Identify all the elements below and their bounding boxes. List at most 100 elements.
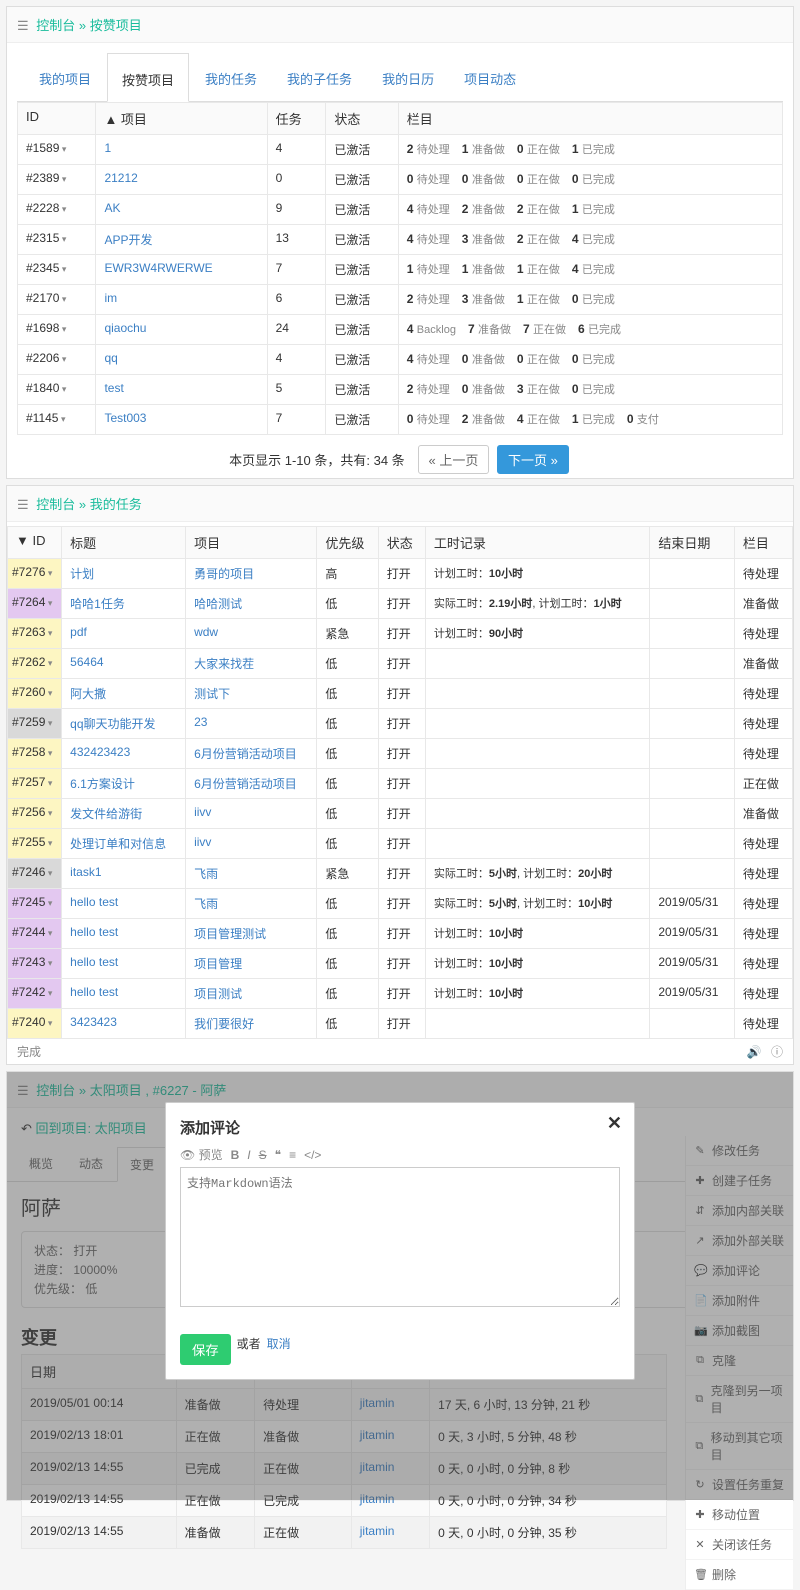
row-project[interactable]: qiaochu: [96, 315, 267, 345]
row-project[interactable]: 大家来找茬: [186, 649, 317, 679]
toolbar-btn[interactable]: </>: [304, 1148, 321, 1162]
row-id[interactable]: #7242: [8, 979, 62, 1009]
col-project[interactable]: ▲ 项目: [96, 103, 267, 135]
row-project[interactable]: 哈哈测试: [186, 589, 317, 619]
row-id[interactable]: #2315: [18, 225, 96, 255]
row-project[interactable]: 项目测试: [186, 979, 317, 1009]
row-id[interactable]: #7259: [8, 709, 62, 739]
row-id[interactable]: #1145: [18, 405, 96, 435]
col-status[interactable]: 状态: [378, 527, 425, 559]
row-project[interactable]: 飞雨: [186, 889, 317, 919]
row-id[interactable]: #7258: [8, 739, 62, 769]
row-title[interactable]: itask1: [62, 859, 186, 889]
toolbar-btn[interactable]: ≡: [289, 1148, 296, 1162]
toolbar-btn[interactable]: B: [231, 1148, 240, 1162]
row-title[interactable]: hello test: [62, 889, 186, 919]
col-tasks[interactable]: 任务: [267, 103, 326, 135]
row-title[interactable]: 阿大撒: [62, 679, 186, 709]
toolbar-btn[interactable]: 👁 预览: [180, 1146, 223, 1163]
row-project[interactable]: 勇哥的项目: [186, 559, 317, 589]
row-id[interactable]: #2206: [18, 345, 96, 375]
row-project[interactable]: im: [96, 285, 267, 315]
row-title[interactable]: 3423423: [62, 1009, 186, 1039]
row-id[interactable]: #7246: [8, 859, 62, 889]
row-id[interactable]: #1589: [18, 135, 96, 165]
row-id[interactable]: #7255: [8, 829, 62, 859]
action-删除[interactable]: 🗑删除: [686, 1560, 793, 1590]
row-project[interactable]: Test003: [96, 405, 267, 435]
row-project[interactable]: 飞雨: [186, 859, 317, 889]
breadcrumb-dashboard[interactable]: 控制台: [36, 497, 75, 512]
row-id[interactable]: #7263: [8, 619, 62, 649]
row-project[interactable]: test: [96, 375, 267, 405]
row-project[interactable]: 项目管理测试: [186, 919, 317, 949]
col-time[interactable]: 工时记录: [425, 527, 649, 559]
row-id[interactable]: #7256: [8, 799, 62, 829]
row-id[interactable]: #1698: [18, 315, 96, 345]
col-title[interactable]: 标题: [62, 527, 186, 559]
row-project[interactable]: 1: [96, 135, 267, 165]
row-id[interactable]: #7276: [8, 559, 62, 589]
row-title[interactable]: hello test: [62, 979, 186, 1009]
row-title[interactable]: 哈哈1任务: [62, 589, 186, 619]
row-project[interactable]: 我们要很好: [186, 1009, 317, 1039]
next-page-button[interactable]: 下一页 »: [497, 445, 569, 474]
row-project[interactable]: EWR3W4RWERWE: [96, 255, 267, 285]
col-status[interactable]: 状态: [326, 103, 398, 135]
row-title[interactable]: qq聊天功能开发: [62, 709, 186, 739]
tab-项目动态[interactable]: 项目动态: [450, 53, 530, 101]
row-title[interactable]: 发文件给游街: [62, 799, 186, 829]
row-id[interactable]: #7260: [8, 679, 62, 709]
row-project[interactable]: 6月份营销活动项目: [186, 769, 317, 799]
row-title[interactable]: hello test: [62, 949, 186, 979]
col-columns[interactable]: 栏目: [398, 103, 782, 135]
row-project[interactable]: iivv: [186, 829, 317, 859]
row-title[interactable]: pdf: [62, 619, 186, 649]
tab-我的子任务[interactable]: 我的子任务: [273, 53, 366, 101]
toolbar-btn[interactable]: S: [259, 1148, 267, 1162]
row-id[interactable]: #2170: [18, 285, 96, 315]
row-id[interactable]: #7257: [8, 769, 62, 799]
row-title[interactable]: 56464: [62, 649, 186, 679]
row-id[interactable]: #2389: [18, 165, 96, 195]
tab-我的日历[interactable]: 我的日历: [368, 53, 448, 101]
row-title[interactable]: 6.1方案设计: [62, 769, 186, 799]
row-project[interactable]: APP开发: [96, 225, 267, 255]
row-title[interactable]: 处理订单和对信息: [62, 829, 186, 859]
row-project[interactable]: 23: [186, 709, 317, 739]
row-id[interactable]: #7262: [8, 649, 62, 679]
row-title[interactable]: hello test: [62, 919, 186, 949]
row-project[interactable]: 21212: [96, 165, 267, 195]
col-id[interactable]: ▼ ID: [8, 527, 62, 559]
tab-我的项目[interactable]: 我的项目: [25, 53, 105, 101]
row-id[interactable]: #7240: [8, 1009, 62, 1039]
toolbar-btn[interactable]: ❝: [275, 1148, 281, 1162]
tab-我的任务[interactable]: 我的任务: [191, 53, 271, 101]
row-project[interactable]: 测试下: [186, 679, 317, 709]
toolbar-btn[interactable]: I: [247, 1148, 250, 1162]
row-id[interactable]: #2345: [18, 255, 96, 285]
cancel-link[interactable]: 取消: [267, 1335, 291, 1352]
row-title[interactable]: 计划: [62, 559, 186, 589]
row-project[interactable]: 6月份营销活动项目: [186, 739, 317, 769]
col-id[interactable]: ID: [18, 103, 96, 135]
col-column[interactable]: 栏目: [734, 527, 792, 559]
prev-page-button[interactable]: « 上一页: [418, 445, 490, 474]
row-project[interactable]: qq: [96, 345, 267, 375]
col-priority[interactable]: 优先级: [317, 527, 378, 559]
save-button[interactable]: 保存: [180, 1334, 231, 1365]
action-关闭该任务[interactable]: ✕关闭该任务: [686, 1530, 793, 1560]
col-due[interactable]: 结束日期: [650, 527, 735, 559]
close-icon[interactable]: ✕: [607, 1113, 622, 1134]
row-project[interactable]: AK: [96, 195, 267, 225]
row-title[interactable]: 432423423: [62, 739, 186, 769]
row-executor[interactable]: jitamin: [351, 1517, 429, 1549]
row-project[interactable]: iivv: [186, 799, 317, 829]
row-id[interactable]: #7264: [8, 589, 62, 619]
row-id[interactable]: #7245: [8, 889, 62, 919]
row-project[interactable]: wdw: [186, 619, 317, 649]
tab-按赞项目[interactable]: 按赞项目: [107, 53, 189, 102]
menu-icon[interactable]: ☰: [17, 498, 29, 513]
comment-textarea[interactable]: [180, 1167, 620, 1307]
row-id[interactable]: #7244: [8, 919, 62, 949]
